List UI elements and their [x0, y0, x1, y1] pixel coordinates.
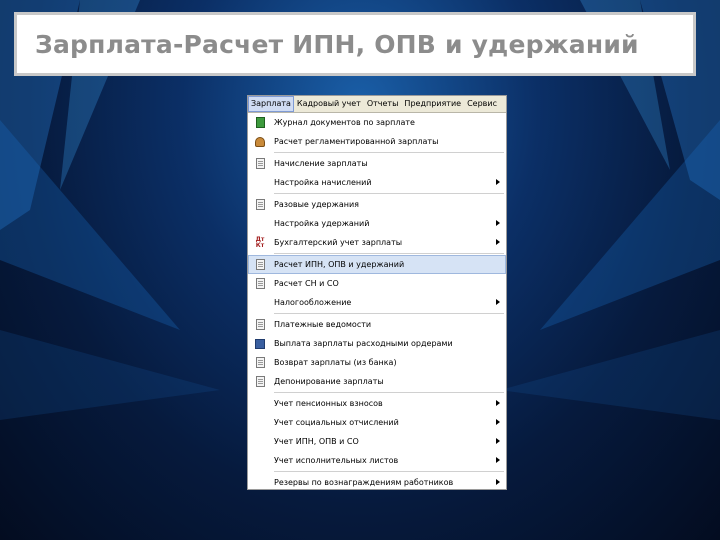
menu-item-ipn-opv-so-accounting[interactable]: Учет ИПН, ОПВ и СО — [248, 432, 506, 451]
menu-separator — [274, 313, 504, 314]
menu-item-accrual-settings[interactable]: Настройка начислений — [248, 173, 506, 192]
menu-item-taxation[interactable]: Налогообложение — [248, 293, 506, 312]
menu-separator — [274, 152, 504, 153]
menu-item-social-accounting[interactable]: Учет социальных отчислений — [248, 413, 506, 432]
document-icon — [255, 199, 265, 210]
menu-separator — [274, 471, 504, 472]
menu-item-salary-journal[interactable]: Журнал документов по зарплате — [248, 113, 506, 132]
menu-separator — [274, 392, 504, 393]
menu-separator — [274, 193, 504, 194]
submenu-arrow-icon — [496, 220, 500, 226]
menubar: Зарплата Кадровый учет Отчеты Предприяти… — [248, 96, 506, 113]
menu-item-regulated-salary[interactable]: Расчет регламентированной зарплаты — [248, 132, 506, 151]
submenu-arrow-icon — [496, 479, 500, 485]
document-icon — [255, 278, 265, 289]
menu-item-one-time-deductions[interactable]: Разовые удержания — [248, 195, 506, 214]
menubar-item-service[interactable]: Сервис — [464, 96, 500, 112]
slide-title: Зарплата-Расчет ИПН, ОПВ и удержаний — [35, 29, 639, 59]
menu-item-accrual[interactable]: Начисление зарплаты — [248, 154, 506, 173]
document-icon — [255, 158, 265, 169]
person-calc-icon — [255, 136, 265, 147]
menu-item-deposit[interactable]: Депонирование зарплаты — [248, 372, 506, 391]
menu-item-salary-accounting[interactable]: Дт Кт Бухгалтерский учет зарплаты — [248, 233, 506, 252]
green-journal-icon — [255, 117, 265, 128]
submenu-arrow-icon — [496, 438, 500, 444]
submenu-arrow-icon — [496, 179, 500, 185]
menu-item-reserves[interactable]: Резервы по вознаграждениям работников — [248, 473, 506, 492]
document-icon — [255, 259, 265, 270]
menu-item-sn-so-calc[interactable]: Расчет СН и СО — [248, 274, 506, 293]
menubar-item-salary[interactable]: Зарплата — [248, 96, 294, 112]
submenu-arrow-icon — [496, 457, 500, 463]
menu-separator — [274, 253, 504, 254]
menu-item-deduction-settings[interactable]: Настройка удержаний — [248, 214, 506, 233]
disk-icon — [255, 338, 265, 349]
menu-item-writs-accounting[interactable]: Учет исполнительных листов — [248, 451, 506, 470]
document-icon — [255, 357, 265, 368]
submenu-arrow-icon — [496, 400, 500, 406]
menu-item-pension-accounting[interactable]: Учет пенсионных взносов — [248, 394, 506, 413]
menu-item-cash-payout[interactable]: Выплата зарплаты расходными ордерами — [248, 334, 506, 353]
menubar-item-reports[interactable]: Отчеты — [364, 96, 402, 112]
submenu-arrow-icon — [496, 419, 500, 425]
submenu-arrow-icon — [496, 239, 500, 245]
menu-item-payment-statements[interactable]: Платежные ведомости — [248, 315, 506, 334]
menu-item-ipn-opv-calc[interactable]: Расчет ИПН, ОПВ и удержаний — [248, 255, 506, 274]
dt-kt-icon: Дт Кт — [255, 235, 265, 249]
document-icon — [255, 319, 265, 330]
menubar-item-hr[interactable]: Кадровый учет — [294, 96, 364, 112]
menu-item-salary-return[interactable]: Возврат зарплаты (из банка) — [248, 353, 506, 372]
salary-dropdown-menu: Журнал документов по зарплате Расчет рег… — [248, 113, 506, 492]
menubar-item-enterprise[interactable]: Предприятие — [401, 96, 464, 112]
document-icon — [255, 376, 265, 387]
app-window: Зарплата Кадровый учет Отчеты Предприяти… — [247, 95, 507, 490]
submenu-arrow-icon — [496, 299, 500, 305]
slide-title-box: Зарплата-Расчет ИПН, ОПВ и удержаний — [14, 12, 696, 76]
